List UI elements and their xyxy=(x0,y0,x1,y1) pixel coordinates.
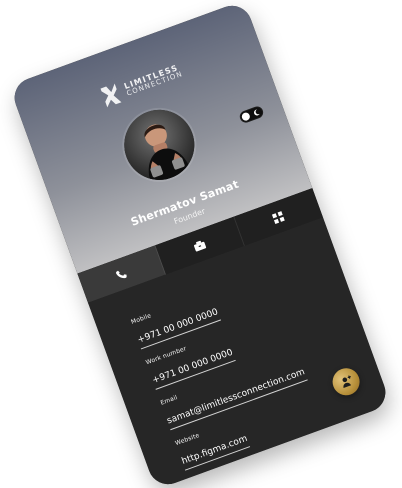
avatar xyxy=(114,100,205,190)
toggle-knob xyxy=(240,111,251,122)
grid-icon xyxy=(271,209,286,224)
briefcase-icon xyxy=(192,238,208,254)
theme-toggle[interactable] xyxy=(238,104,265,125)
limitless-logo-icon xyxy=(98,81,124,110)
moon-icon xyxy=(251,108,261,118)
contact-action-button[interactable] xyxy=(328,364,364,400)
brand-wordmark: LIMITLESS CONNECTION xyxy=(123,63,184,98)
phone-icon xyxy=(114,266,129,281)
contact-icon xyxy=(337,373,355,391)
brand-logo: LIMITLESS CONNECTION xyxy=(98,59,185,110)
page-stage: LIMITLESS CONNECTION Shermatov Samat Fou… xyxy=(0,0,402,488)
business-card: LIMITLESS CONNECTION Shermatov Samat Fou… xyxy=(9,0,391,488)
